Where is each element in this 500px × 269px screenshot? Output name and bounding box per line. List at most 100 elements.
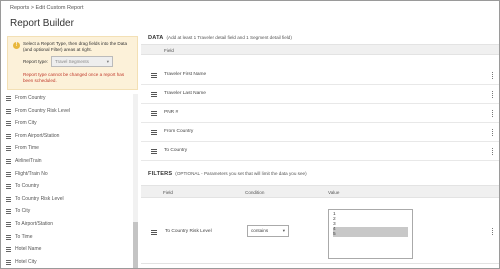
more-vertical-icon[interactable] — [492, 148, 493, 155]
filters-table-header: Field Condition Value — [141, 185, 499, 198]
page-title: Report Builder — [10, 18, 74, 29]
main-panel: DATA (Add at least 1 Traveler detail fiel… — [141, 31, 499, 268]
table-row[interactable]: To Country — [141, 142, 499, 161]
data-field-label: PNR # — [164, 110, 179, 115]
table-row[interactable]: Traveler Last Name — [141, 85, 499, 104]
list-item[interactable]: From Time — [6, 144, 130, 154]
chevron-down-icon: ▾ — [106, 59, 109, 64]
field-label: To City — [15, 208, 31, 215]
data-section-title: DATA (Add at least 1 Traveler detail fiel… — [148, 35, 292, 41]
drag-handle-icon — [6, 196, 11, 202]
field-label: Flight/Train No — [15, 170, 48, 177]
report-type-select[interactable]: Travel Segments ▾ — [51, 56, 113, 67]
list-item[interactable]: Hotel City — [6, 258, 130, 268]
info-icon: ! — [13, 42, 20, 49]
field-label: From Airport/Station — [15, 132, 60, 139]
field-label: To Airport/Station — [15, 221, 54, 227]
drag-handle-icon[interactable] — [151, 130, 157, 135]
breadcrumb-current: Edit Custom Report — [35, 5, 84, 11]
available-fields-list: From Country From Country Risk Level Fro… — [4, 94, 132, 268]
list-item[interactable]: Airline/Train — [6, 157, 130, 167]
field-label: From Country Risk Level — [15, 107, 71, 114]
report-type-label: Report type: — [23, 59, 49, 64]
field-label: From Country — [15, 95, 46, 101]
report-type-value: Travel Segments — [55, 59, 89, 64]
drag-handle-icon — [6, 171, 11, 177]
list-item[interactable]: From Country Risk Level — [6, 107, 130, 117]
list-item[interactable]: Flight/Train No — [6, 170, 130, 180]
data-field-label: To Country — [164, 148, 188, 153]
list-item[interactable]: Hotel Name — [6, 245, 130, 255]
table-row[interactable]: From Country — [141, 123, 499, 142]
field-label: From City — [15, 120, 37, 127]
filter-row[interactable]: To Country Risk Level contains ▾ 1 2 3 4… — [141, 200, 499, 264]
list-item[interactable]: From Country — [6, 94, 130, 104]
filters-section-title: FILTERS (OPTIONAL - Parameters you set th… — [148, 171, 307, 177]
drag-handle-icon — [6, 184, 11, 190]
drag-handle-icon — [6, 222, 11, 227]
field-list-scroll-thumb[interactable] — [133, 222, 138, 268]
report-builder-window: Reports > Edit Custom Report Report Buil… — [0, 0, 500, 269]
hint-text: Select a Report Type, then drag fields i… — [23, 41, 128, 52]
sidebar: ! Select a Report Type, then drag fields… — [4, 36, 139, 268]
filters-title: FILTERS — [148, 171, 173, 177]
more-vertical-icon[interactable] — [492, 91, 493, 98]
field-label: To Country — [15, 183, 40, 190]
drag-handle-icon[interactable] — [151, 230, 157, 235]
condition-select[interactable]: contains ▾ — [247, 225, 289, 237]
filter-field-column-header: Field — [163, 190, 173, 195]
data-field-label: Traveler Last Name — [164, 91, 206, 96]
chevron-down-icon: ▾ — [282, 228, 285, 233]
field-label: Airline/Train — [15, 158, 42, 164]
drag-handle-icon[interactable] — [151, 73, 157, 78]
drag-handle-icon[interactable] — [151, 92, 157, 97]
list-item[interactable]: To Country — [6, 182, 130, 192]
drag-handle-icon — [6, 209, 11, 215]
condition-value: contains — [251, 228, 269, 233]
breadcrumb-reports-link[interactable]: Reports — [10, 5, 29, 11]
drag-handle-icon — [6, 146, 11, 152]
drag-handle-icon — [6, 96, 11, 101]
drag-handle-icon[interactable] — [151, 149, 157, 154]
more-vertical-icon[interactable] — [492, 110, 493, 117]
list-item[interactable]: To Time — [6, 233, 130, 243]
more-vertical-icon[interactable] — [492, 228, 493, 235]
list-item[interactable]: From Airport/Station — [6, 132, 130, 142]
list-item[interactable]: To Airport/Station — [6, 220, 130, 230]
drag-handle-icon — [6, 234, 11, 240]
field-label: To Time — [15, 233, 33, 240]
table-row[interactable]: Traveler First Name — [141, 66, 499, 85]
list-item[interactable]: From City — [6, 119, 130, 129]
data-table-header: Field — [141, 44, 499, 55]
report-type-panel: ! Select a Report Type, then drag fields… — [7, 36, 138, 90]
report-type-warning: Report type cannot be changed once a rep… — [23, 72, 125, 83]
value-option-selected[interactable]: 5 — [333, 232, 408, 237]
drag-handle-icon[interactable] — [151, 111, 157, 116]
table-row[interactable]: PNR # — [141, 104, 499, 123]
filter-value-column-header: Value — [328, 190, 340, 195]
data-field-label: From Country — [164, 129, 194, 134]
drag-handle-icon — [6, 121, 11, 127]
field-label: To Country Risk Level — [15, 195, 64, 202]
filter-field-label: To Country Risk Level — [165, 229, 212, 234]
filter-condition-column-header: Condition — [245, 190, 265, 195]
more-vertical-icon[interactable] — [492, 72, 493, 79]
data-note: (Add at least 1 Traveler detail field an… — [166, 35, 292, 40]
drag-handle-icon — [6, 259, 11, 265]
list-item[interactable]: To City — [6, 207, 130, 217]
drag-handle-icon — [6, 108, 11, 114]
field-label: From Time — [15, 145, 39, 152]
filters-note: (OPTIONAL - Parameters you set that will… — [175, 171, 307, 176]
drag-handle-icon — [6, 133, 11, 139]
value-multiselect[interactable]: 1 2 3 4 5 — [328, 209, 413, 259]
list-item[interactable]: To Country Risk Level — [6, 195, 130, 205]
field-label: Hotel City — [15, 258, 37, 265]
breadcrumb: Reports > Edit Custom Report — [10, 5, 84, 11]
field-label: Hotel Name — [15, 246, 42, 253]
data-title: DATA — [148, 35, 164, 41]
data-field-column-header: Field — [164, 48, 174, 53]
drag-handle-icon — [6, 159, 11, 164]
drag-handle-icon — [6, 247, 11, 253]
data-field-label: Traveler First Name — [164, 72, 207, 77]
more-vertical-icon[interactable] — [492, 129, 493, 136]
